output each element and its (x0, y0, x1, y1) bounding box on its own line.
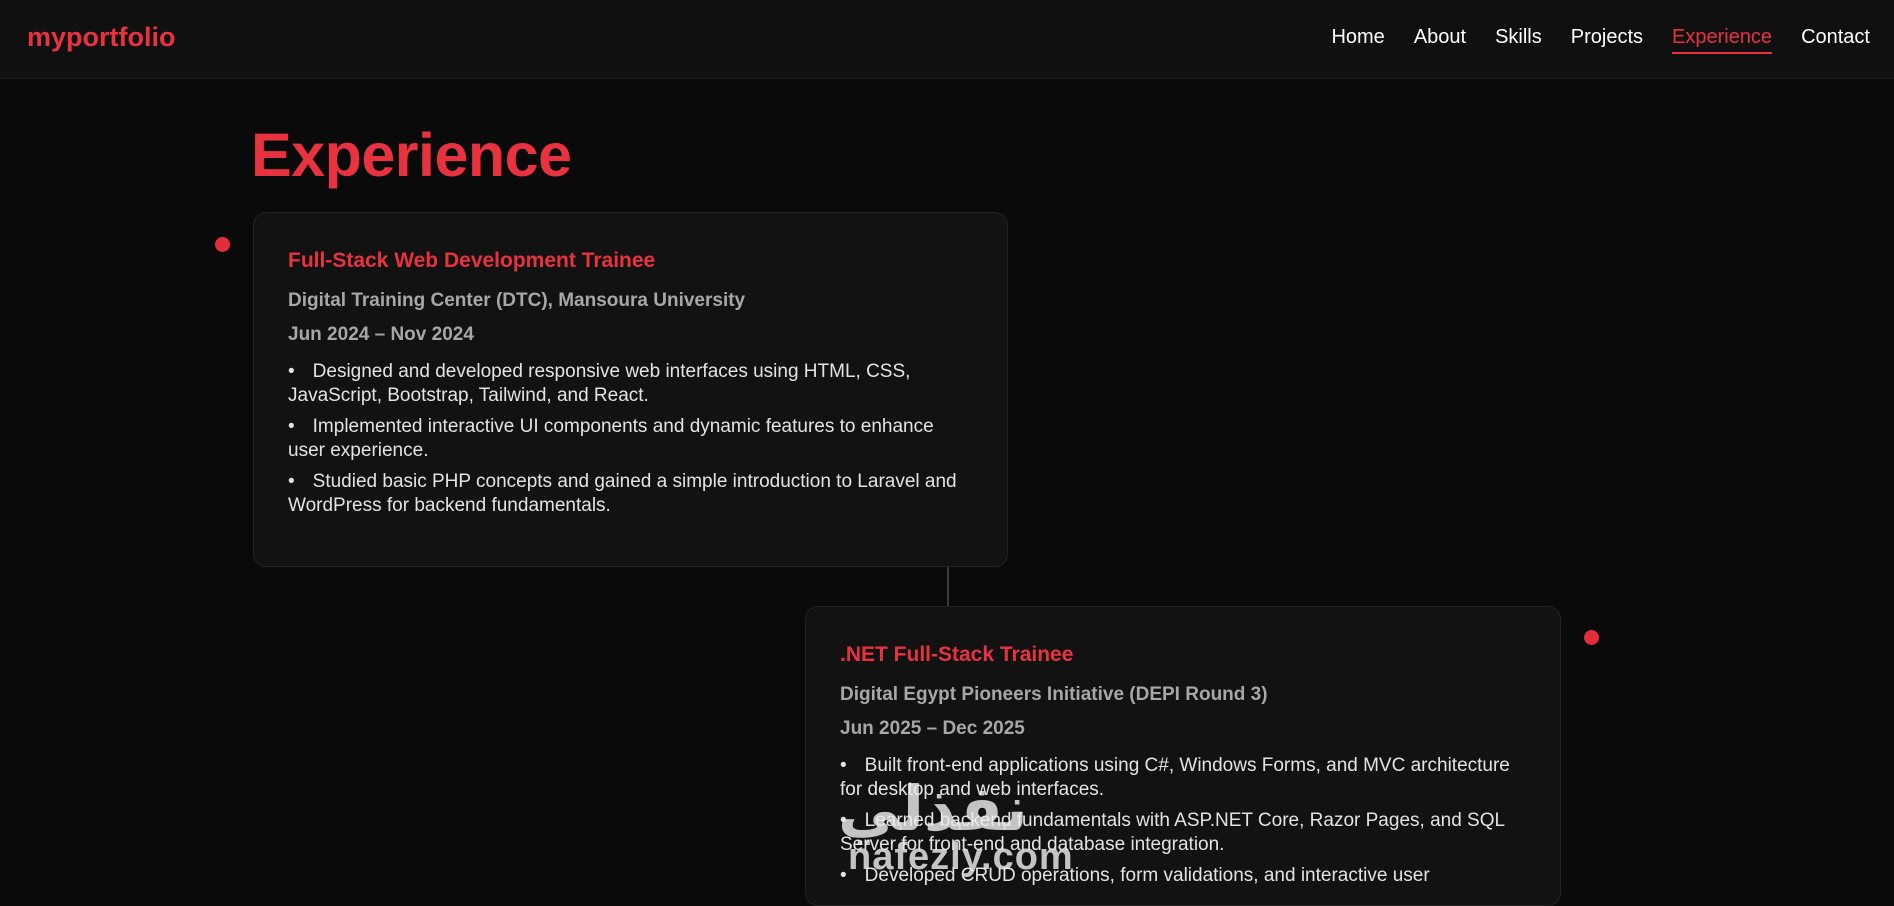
main-nav: Home About Skills Projects Experience Co… (1331, 26, 1870, 54)
nav-item-projects: Projects (1571, 26, 1643, 54)
experience-role: .NET Full-Stack Trainee (840, 643, 1074, 666)
experience-organization: Digital Training Center (DTC), Mansoura … (288, 290, 746, 311)
bullet-text: Learned backend fundamentals with ASP.NE… (840, 810, 1505, 855)
bullet-text: Built front-end applications using C#, W… (840, 755, 1510, 800)
experience-bullet: • Studied basic PHP concepts and gained a… (288, 470, 973, 518)
nav-link-about[interactable]: About (1414, 26, 1466, 52)
nav-item-contact: Contact (1801, 26, 1870, 54)
timeline-dot-2 (1584, 630, 1599, 645)
experience-bullets: • Designed and developed responsive web i… (288, 360, 973, 518)
experience-role: Full-Stack Web Development Trainee (288, 249, 656, 272)
timeline-dot-1 (215, 237, 230, 252)
nav-item-about: About (1414, 26, 1466, 54)
bullet-text: Implemented interactive UI components an… (288, 416, 934, 461)
bullet-text: Studied basic PHP concepts and gained a … (288, 471, 957, 516)
bullet-marker: • (288, 471, 295, 492)
nav-item-experience: Experience (1672, 26, 1773, 54)
experience-bullet: • Implemented interactive UI components a… (288, 415, 973, 463)
nav-item-skills: Skills (1495, 26, 1542, 54)
bullet-marker: • (288, 361, 295, 382)
bullet-text: Designed and developed responsive web in… (288, 361, 911, 406)
experience-bullets: • Built front-end applications using C#, … (840, 754, 1526, 888)
bullet-marker: • (288, 416, 295, 437)
bullet-marker: • (840, 810, 847, 831)
nav-link-projects[interactable]: Projects (1571, 26, 1643, 52)
page-title: Experience (251, 121, 572, 189)
experience-bullet: • Built front-end applications using C#, … (840, 754, 1526, 802)
experience-card-1: Full-Stack Web Development Trainee Digit… (253, 212, 1008, 567)
nav-link-experience[interactable]: Experience (1672, 26, 1773, 54)
experience-dates: Jun 2025 – Dec 2025 (840, 718, 1025, 739)
experience-bullet: • Learned backend fundamentals with ASP.N… (840, 809, 1526, 857)
nav-link-home[interactable]: Home (1331, 26, 1384, 52)
timeline-connector (947, 567, 949, 607)
site-logo[interactable]: myportfolio (27, 22, 176, 53)
nav-item-home: Home (1331, 26, 1384, 54)
nav-link-contact[interactable]: Contact (1801, 26, 1870, 52)
experience-dates: Jun 2024 – Nov 2024 (288, 324, 474, 345)
experience-bullet: • Designed and developed responsive web i… (288, 360, 973, 408)
nav-link-skills[interactable]: Skills (1495, 26, 1542, 52)
experience-bullet: • Developed CRUD operations, form validat… (840, 864, 1526, 888)
bullet-marker: • (840, 755, 847, 776)
experience-organization: Digital Egypt Pioneers Initiative (DEPI … (840, 684, 1268, 705)
top-navbar: myportfolio Home About Skills Projects E… (0, 0, 1894, 79)
experience-card-2: .NET Full-Stack Trainee Digital Egypt Pi… (805, 606, 1561, 906)
